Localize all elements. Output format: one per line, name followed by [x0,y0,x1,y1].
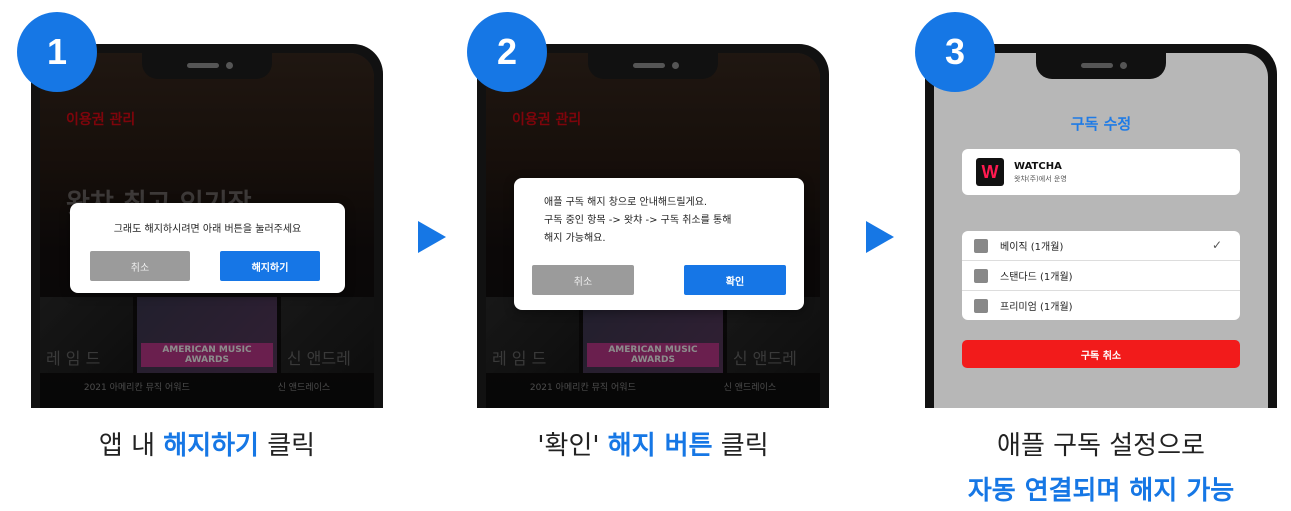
caption-text: 클릭 [712,431,769,461]
unsubscribe-button[interactable]: 해지하기 [220,251,320,281]
dialog-line: 해지 가능해요. [544,233,606,244]
plan-label: 베이직 (1개월) [1000,242,1064,253]
next-arrow-icon [866,221,894,253]
step-caption: '확인' 해지 버튼 클릭 [477,425,829,462]
phone-screen-2: 이용권 관리 레 임 드 AMERICAN MUSIC AWARDS 신 앤드레… [486,53,820,408]
phone-frame-1: 이용권 관리 왓챠 최고 인기작 레 임 드 AMERICAN MUSIC AW… [31,44,383,408]
next-arrow-icon [418,221,446,253]
phone-screen-3: 구독 수정 W WATCHA 왓챠(주)에서 운영 베이직 (1개월) ✓ 스탠… [934,53,1268,408]
app-name: WATCHA [1014,160,1062,172]
plan-list: 베이직 (1개월) ✓ 스탠다드 (1개월) 프리미엄 (1개월) [962,231,1240,320]
caption-text: 애플 구독 설정으로 [997,431,1205,461]
step-caption: 애플 구독 설정으로 자동 연결되며 해지 가능 [925,425,1277,507]
plan-color-icon [974,298,988,313]
phone-screen-1: 이용권 관리 왓챠 최고 인기작 레 임 드 AMERICAN MUSIC AW… [40,53,374,408]
caption-highlight: 해지하기 [163,431,259,461]
info-dialog: 애플 구독 해지 창으로 안내해드릴게요. 구독 중인 항목 -> 왓챠 -> … [514,178,804,310]
notch [142,53,272,79]
confirm-dialog: 그래도 해지하시려면 아래 버튼을 눌러주세요 취소 해지하기 [70,203,345,293]
plan-color-icon [974,268,988,283]
step-number-badge: 2 [467,12,547,92]
phone-frame-3: 구독 수정 W WATCHA 왓챠(주)에서 운영 베이직 (1개월) ✓ 스탠… [925,44,1277,408]
notch [1036,53,1166,79]
caption-highlight: 자동 연결되며 해지 가능 [967,476,1235,506]
watcha-logo-icon: W [976,158,1004,186]
dialog-message: 그래도 해지하시려면 아래 버튼을 눌러주세요 [113,224,302,235]
dialog-line: 구독 중인 항목 -> 왓챠 -> 구독 취소를 통해 [544,215,732,226]
notch [588,53,718,79]
app-card: W WATCHA 왓챠(주)에서 운영 [962,149,1240,195]
plan-option[interactable]: 베이직 (1개월) ✓ [962,231,1240,261]
plan-label: 스탠다드 (1개월) [1000,272,1073,283]
dialog-line: 애플 구독 해지 창으로 안내해드릴게요. [544,197,708,208]
caption-text: 앱 내 [98,431,164,461]
phone-frame-2: 이용권 관리 레 임 드 AMERICAN MUSIC AWARDS 신 앤드레… [477,44,829,408]
caption-text: 클릭 [258,431,316,461]
plan-option[interactable]: 프리미엄 (1개월) [962,291,1240,320]
confirm-button[interactable]: 확인 [684,265,786,295]
cancel-subscription-button[interactable]: 구독 취소 [962,340,1240,368]
plan-label: 프리미엄 (1개월) [1000,302,1073,313]
plan-option[interactable]: 스탠다드 (1개월) [962,261,1240,291]
dialog-message: 애플 구독 해지 창으로 안내해드릴게요. 구독 중인 항목 -> 왓챠 -> … [544,194,731,248]
caption-text: '확인' [537,431,608,461]
step-caption: 앱 내 해지하기 클릭 [31,425,383,462]
cancel-button[interactable]: 취소 [90,251,190,281]
cancel-button[interactable]: 취소 [532,265,634,295]
screen-title: 구독 수정 [1070,115,1132,133]
step-number-badge: 3 [915,12,995,92]
caption-highlight: 해지 버튼 [607,431,713,461]
plan-color-icon [974,238,988,253]
app-developer: 왓챠(주)에서 운영 [1014,174,1067,183]
checkmark-icon: ✓ [1211,238,1222,252]
step-number-badge: 1 [17,12,97,92]
